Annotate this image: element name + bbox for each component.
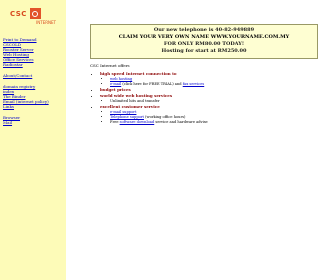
hardware-advise-text: service and hardware advise — [154, 120, 208, 124]
domain-claim: CLAIM YOUR VERY OWN NAME WWW.YOURNAME.CO… — [118, 34, 290, 40]
list-item: world wide web hosting services Unlimite… — [100, 93, 326, 104]
services-list: high speed Internet connection to web ho… — [86, 71, 326, 125]
nav-group-products: Print to Demand CSCOLD Rooster Server We… — [3, 37, 65, 67]
office-hours-text: (working office hours) — [143, 115, 186, 119]
list-item: high speed Internet connection to web ho… — [100, 71, 326, 87]
sidebar: CSC INTERNET Print to Demand CSCOLD Roos… — [0, 0, 66, 280]
telephone-support-link[interactable]: Telephone support — [110, 115, 144, 119]
web-hosting-link[interactable]: web hosting — [110, 77, 132, 81]
list-item: Free software download service and hardw… — [110, 120, 326, 125]
email-trial-text: (click here for FREE TRIAL) and — [121, 82, 183, 86]
logo-subtext: INTERNET — [36, 20, 56, 25]
list-item: excellent customer service e-mail suppor… — [100, 104, 326, 125]
service-heading: excellent customer service — [100, 104, 160, 109]
email-support-link[interactable]: e-mail support — [110, 110, 136, 114]
nav-link-links[interactable]: Links — [3, 104, 65, 109]
nav-group-info: domain registry index The Binder Email (… — [3, 84, 65, 109]
nav-link-radiostar[interactable]: Radiostar — [3, 62, 65, 67]
announcement-box: Our new telephone is 40-82-949889 CLAIM … — [90, 24, 318, 59]
logo[interactable]: CSC INTERNET — [10, 8, 58, 28]
sub-list: e-mail support Telephone support (workin… — [100, 110, 326, 125]
nav-link-about-contact[interactable]: About/Contact — [3, 73, 65, 78]
service-heading: high speed Internet connection to — [100, 71, 177, 76]
intro-text: CSC Internet offers — [90, 63, 130, 68]
logo-text: CSC — [10, 9, 27, 18]
service-heading: budget prices — [100, 87, 131, 92]
nav-link-mail[interactable]: Mail — [3, 120, 65, 125]
nav-group-tools: Browser Mail — [3, 115, 65, 125]
software-download-link[interactable]: software download — [120, 120, 155, 124]
domain-price: FOR ONLY RM80.00 TODAY! — [163, 41, 245, 47]
service-heading: world wide web hosting services — [100, 93, 173, 98]
nav-group-about: About/Contact — [3, 73, 65, 78]
fax-services-link[interactable]: fax services — [183, 82, 205, 86]
main-content: Our new telephone is 40-82-949889 CLAIM … — [86, 24, 326, 125]
hosting-price: Hosting for start at RM250.00 — [161, 48, 247, 54]
logo-icon — [29, 8, 41, 19]
sub-list: web hosting e-mail (click here for FREE … — [100, 77, 326, 87]
email-link[interactable]: e-mail — [110, 82, 121, 86]
sidebar-nav: Print to Demand CSCOLD Rooster Server We… — [3, 37, 65, 131]
phone-notice: Our new telephone is 40-82-949889 — [153, 27, 255, 33]
free-text: Free — [110, 120, 120, 124]
